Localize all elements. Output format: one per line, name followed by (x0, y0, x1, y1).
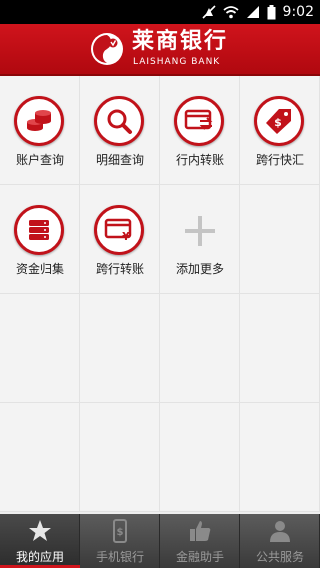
server-stack-icon (29, 220, 49, 240)
tab-label: 我的应用 (15, 550, 64, 564)
tile-label: 明细查询 (95, 153, 144, 167)
status-time: 9:02 (282, 4, 314, 20)
empty-cell (0, 294, 80, 403)
tile-label: 跨行快汇 (255, 153, 304, 167)
tile-label: 账户查询 (15, 153, 64, 167)
bottom-tab-bar: 我的应用 $ 手机银行 金融助手 公共服务 (0, 514, 320, 568)
star-icon (29, 520, 51, 541)
tab-label: 手机银行 (95, 550, 144, 564)
phone-icon: $ (113, 519, 127, 543)
price-tag-icon: $ (266, 109, 291, 134)
person-icon (270, 521, 290, 542)
magnifier-icon (107, 109, 132, 134)
empty-cell (240, 185, 320, 294)
empty-cell (80, 403, 160, 512)
tile-label: 行内转账 (175, 153, 224, 167)
yuan-card-icon: ¥ (104, 218, 132, 243)
empty-cell (160, 403, 240, 512)
tile-fund-sweep[interactable]: 资金归集 (0, 185, 80, 294)
tab-public-services[interactable]: 公共服务 (240, 514, 320, 568)
empty-cell (80, 294, 160, 403)
battery-icon (267, 4, 276, 19)
svg-text:¥: ¥ (122, 230, 130, 243)
empty-cell (240, 403, 320, 512)
mute-icon (201, 5, 216, 19)
tile-label: 资金归集 (15, 262, 64, 276)
status-bar: 9:02 (0, 0, 320, 24)
tile-icon-circle (94, 96, 144, 146)
tile-interbank-transfer[interactable]: ¥ 跨行转账 (80, 185, 160, 294)
plus-icon (185, 216, 215, 246)
empty-cell (160, 294, 240, 403)
app-header: 莱商银行 LAISHANG BANK (0, 24, 320, 76)
transfer-card-icon (184, 109, 213, 130)
tile-icon-circle (14, 205, 64, 255)
tab-my-apps[interactable]: 我的应用 (0, 514, 80, 568)
tile-account-query[interactable]: 账户查询 (0, 76, 80, 185)
thumbs-up-icon (190, 521, 211, 541)
svg-text:$: $ (117, 527, 124, 538)
tile-detail-query[interactable]: 明细查询 (80, 76, 160, 185)
tile-icon-circle: ¥ (94, 205, 144, 255)
tile-icon-circle: $ (254, 96, 304, 146)
tile-label: 跨行转账 (95, 262, 144, 276)
svg-text:$: $ (274, 116, 282, 129)
status-icons: 9:02 (201, 3, 314, 21)
bank-logo-icon (91, 33, 123, 65)
tile-label: 添加更多 (175, 262, 224, 276)
tab-mobile-banking[interactable]: $ 手机银行 (80, 514, 160, 568)
brand-name-cn: 莱商银行 (132, 29, 229, 54)
tile-icon-circle (174, 96, 224, 146)
tab-label: 金融助手 (175, 550, 224, 564)
tab-finance-assistant[interactable]: 金融助手 (160, 514, 240, 568)
tile-icon-circle (14, 96, 64, 146)
wifi-icon (222, 6, 239, 19)
tile-add-more[interactable]: 添加更多 (160, 185, 240, 294)
tab-label: 公共服务 (255, 550, 304, 564)
tile-interbank-quick-remit[interactable]: $ 跨行快汇 (240, 76, 320, 185)
coins-icon (27, 110, 51, 131)
empty-cell (240, 294, 320, 403)
tile-internal-transfer[interactable]: 行内转账 (160, 76, 240, 185)
signal-icon (246, 6, 259, 18)
app-grid: 账户查询 明细查询 行内转账 $ 跨行快汇 资金归集 ¥ 跨行转账 添加更多 (0, 76, 320, 514)
empty-cell (0, 403, 80, 512)
brand-name-en: LAISHANG BANK (133, 57, 221, 67)
